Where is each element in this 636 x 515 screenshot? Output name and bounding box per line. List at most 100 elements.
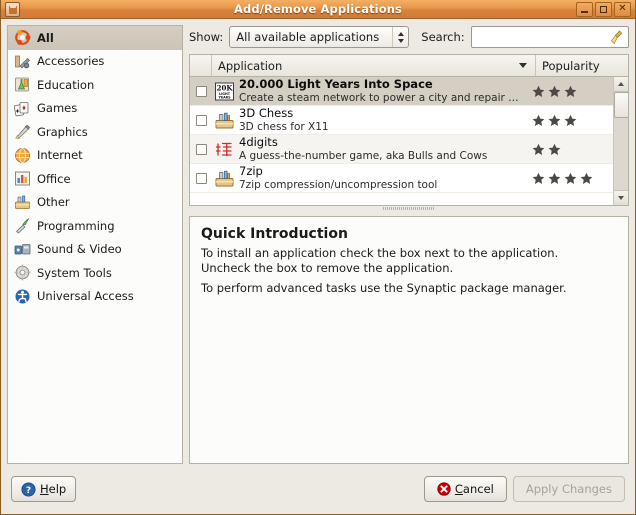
list-body: 20K LIGHT YEARS 20.000 Light Years Into … [190,77,628,205]
sidebar-item-label: Games [37,101,78,116]
office-icon [15,171,30,186]
column-header-popularity[interactable]: Popularity [536,55,628,76]
sidebar-item-all[interactable]: All [8,26,182,50]
row-text: 4digits A guess-the-number game, aka Bul… [239,136,487,161]
sidebar-item-games[interactable]: Games [8,97,182,121]
grip-dots-icon [383,207,435,210]
row-checkbox-cell[interactable] [190,85,212,97]
sidebar-item-system-tools[interactable]: System Tools [8,261,182,285]
row-application-cell: 7zip 7zip compression/uncompression tool [212,165,521,191]
cancel-label-rest: ancel [462,482,494,496]
show-dropdown[interactable]: All available applications [229,26,410,48]
column-header-popularity-label: Popularity [542,58,600,73]
sidebar-item-label: Education [37,77,95,92]
sidebar-item-label: System Tools [37,265,112,280]
close-button[interactable]: ✕ [614,1,631,17]
education-icon [15,77,29,92]
sidebar-item-graphics[interactable]: Graphics [8,120,182,144]
install-checkbox[interactable] [195,85,207,97]
star-icon [532,114,545,126]
row-app-name: 3D Chess [239,107,294,121]
row-application-cell: 3D Chess 3D chess for X11 [212,107,521,133]
scroll-down-button[interactable] [613,190,628,205]
internet-icon [15,147,30,163]
list-rows: 20K LIGHT YEARS 20.000 Light Years Into … [190,77,613,205]
table-row[interactable]: 3D Chess 3D chess for X11 [190,106,613,135]
filter-toolbar: Show: All available applications Search: [189,25,629,49]
toolbox-icon [215,170,234,186]
sidebar-item-label: Graphics [37,124,88,139]
content-area: All Accessories Education Games Graphics… [1,19,635,470]
help-button[interactable]: ? Help [11,476,77,502]
table-row[interactable]: 20K LIGHT YEARS 20.000 Light Years Into … [190,77,613,106]
20k-light-years-icon: 20K LIGHT YEARS [215,82,234,100]
other-icon [15,195,30,209]
system-tools-icon [14,264,31,281]
package-icon [5,1,20,17]
apply-changes-button[interactable]: Apply Changes [512,476,625,502]
list-scrollbar[interactable] [613,77,628,205]
ubuntu-logo-icon [15,30,31,46]
broom-icon[interactable] [610,30,624,45]
table-row[interactable]: 4digits A guess-the-number game, aka Bul… [190,135,613,164]
sidebar-item-internet[interactable]: Internet [8,144,182,168]
quick-introduction-panel: Quick Introduction To install an applica… [189,216,629,464]
pane-splitter[interactable] [189,206,629,211]
chevron-updown-icon [392,27,406,47]
sidebar-item-universal-access[interactable]: Universal Access [8,285,182,309]
application-list[interactable]: Application Popularity 20K LIGHT YEARS 2… [189,54,629,206]
star-icon [564,85,577,97]
sidebar-item-education[interactable]: Education [8,73,182,97]
scrollbar-thumb[interactable] [613,92,628,118]
search-label: Search: [421,30,465,44]
footer-actions: Cancel Apply Changes [423,476,625,502]
intro-title: Quick Introduction [201,226,348,242]
star-icon [580,172,593,184]
row-app-description: A guess-the-number game, aka Bulls and C… [239,149,488,162]
list-header: Application Popularity [190,55,628,77]
row-checkbox-cell[interactable] [190,114,212,126]
title-bar[interactable]: Add/Remove Applications ✕ [1,0,635,19]
maximize-button[interactable] [595,1,612,17]
help-circle-icon: ? [21,481,36,497]
star-icon [532,143,545,155]
row-checkbox-cell[interactable] [190,172,212,184]
row-app-description: 7zip compression/uncompression tool [239,178,438,191]
row-text: 3D Chess 3D chess for X11 [239,107,329,132]
sidebar-item-label: Programming [37,218,115,233]
cancel-circle-icon [437,482,451,496]
help-mnemonic: H [40,482,49,496]
right-pane: Show: All available applications Search: [189,25,629,464]
category-sidebar[interactable]: All Accessories Education Games Graphics… [7,25,183,464]
table-row[interactable]: 7zip 7zip compression/uncompression tool [190,164,613,193]
application-window: Add/Remove Applications ✕ All Accessorie… [0,0,636,515]
sidebar-item-sound-video[interactable]: Sound & Video [8,238,182,262]
sidebar-item-accessories[interactable]: Accessories [8,50,182,74]
sidebar-item-programming[interactable]: Programming [8,214,182,238]
scrollbar-track[interactable] [613,92,628,190]
sidebar-item-office[interactable]: Office [8,167,182,191]
accessories-icon [15,55,30,69]
sound-video-icon [14,243,31,255]
install-checkbox[interactable] [195,172,207,184]
cancel-mnemonic: C [454,482,463,496]
row-popularity-cell [521,143,613,156]
column-header-check[interactable] [190,55,212,76]
search-input[interactable] [470,26,629,48]
row-checkbox-cell[interactable] [190,143,212,155]
install-checkbox[interactable] [195,114,207,126]
window-title: Add/Remove Applications [234,2,402,16]
sidebar-item-other[interactable]: Other [8,191,182,215]
row-app-description: Create a steam network to power a city a… [239,91,521,104]
row-application-cell: 4digits A guess-the-number game, aka Bul… [212,136,521,162]
sidebar-item-label: Accessories [37,54,105,69]
intro-paragraph-1: To install an application check the box … [201,246,559,276]
column-header-application[interactable]: Application [212,55,536,76]
minimize-button[interactable] [576,1,593,17]
cancel-button[interactable]: Cancel [423,476,507,502]
universal-access-icon [15,289,30,304]
row-application-cell: 20K LIGHT YEARS 20.000 Light Years Into … [212,78,521,104]
install-checkbox[interactable] [195,143,207,155]
scroll-up-button[interactable] [613,77,628,92]
programming-icon [15,218,30,234]
